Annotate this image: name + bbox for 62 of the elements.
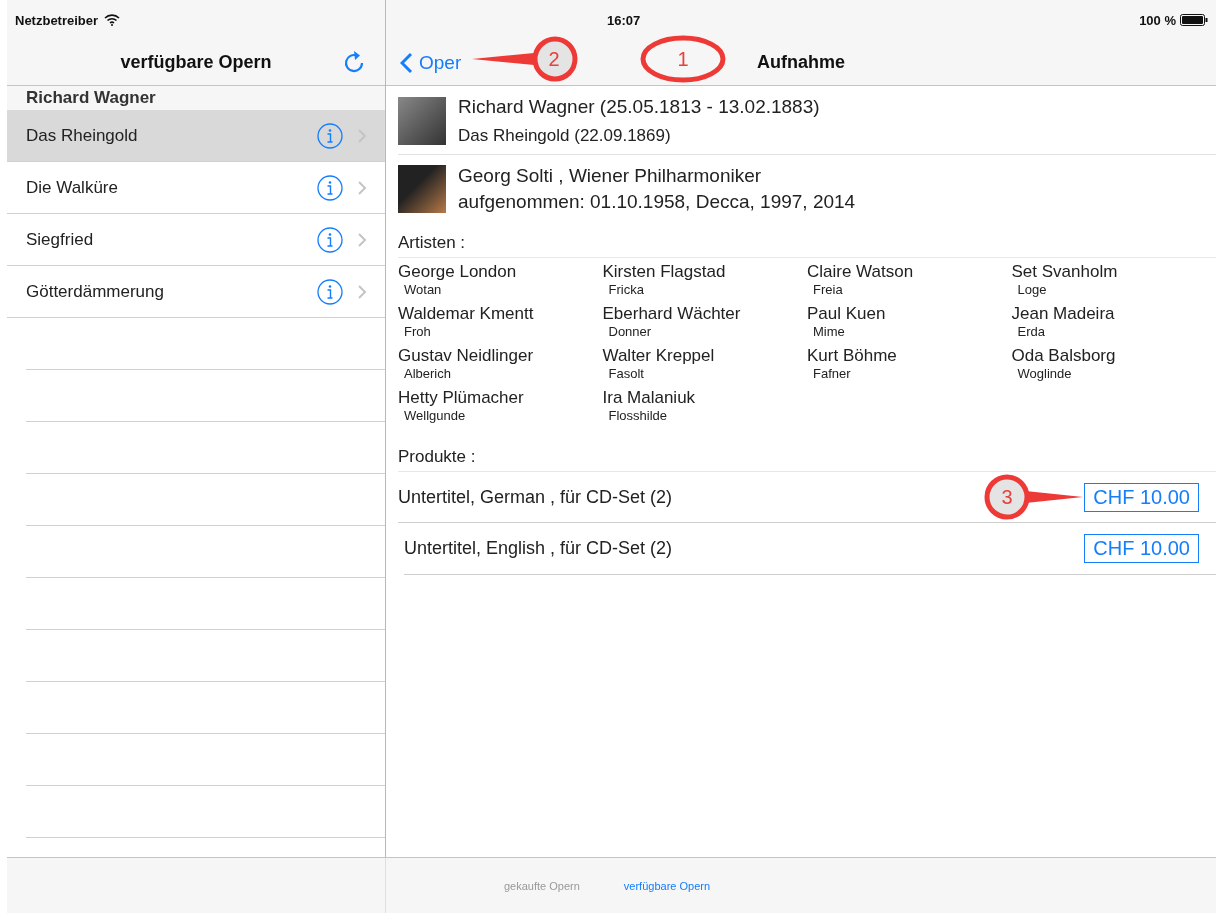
artist-name: Waldemar Kmentt: [398, 304, 535, 324]
artist-name: Hetty Plümacher: [398, 388, 525, 408]
artist-name: Jean Madeira: [1011, 304, 1116, 324]
sidebar-title: verfügbare Opern: [120, 52, 272, 73]
artist-name: Walter Kreppel: [602, 346, 716, 366]
artist-name: Eberhard Wächter: [602, 304, 742, 324]
role-name: Mime: [813, 324, 846, 339]
info-icon[interactable]: [317, 174, 343, 201]
price-button[interactable]: CHF 10.00: [1084, 534, 1199, 563]
tab-bar-item[interactable]: verfügbare Opern: [623, 879, 711, 892]
recording-info: aufgenommen: 01.10.1958, Decca, 1997, 2014: [458, 191, 856, 213]
artists-heading: Artisten :: [398, 229, 1216, 258]
artist-name: Claire Watson: [807, 262, 915, 282]
role-name: Freia: [813, 282, 844, 297]
artist-name: Paul Kuen: [807, 304, 887, 324]
role-name: Froh: [404, 324, 432, 339]
wifi-icon: [104, 14, 121, 26]
info-icon[interactable]: [317, 122, 343, 149]
product-label: Untertitel, German , für CD-Set (2): [398, 486, 673, 508]
role-name: Flosshilde: [608, 408, 669, 423]
info-icon[interactable]: [317, 278, 343, 305]
work-title: Das Rheingold (22.09.1869): [458, 126, 672, 146]
clock-time: 16:07: [607, 12, 641, 28]
chevron-right-icon: [357, 179, 367, 196]
product-label: Untertitel, English , für CD-Set (2): [404, 538, 673, 559]
back-label[interactable]: Oper: [419, 51, 462, 74]
section-header: Richard Wagner: [7, 86, 385, 110]
products-heading: Produkte :: [398, 446, 477, 468]
role-name: Alberich: [404, 366, 452, 381]
role-name: Wellgunde: [404, 408, 467, 423]
album-cover-placeholder: [398, 165, 446, 213]
artist-name: Kurt Böhme: [807, 346, 898, 366]
chevron-left-icon: [400, 51, 413, 74]
carrier-label: Netzbetreiber: [15, 12, 99, 28]
role-name: Woglinde: [1017, 366, 1073, 381]
artist-name: George London: [398, 262, 518, 282]
chevron-right-icon: [357, 231, 367, 248]
detail-title: Aufnahme: [757, 52, 845, 73]
role-name: Fricka: [608, 282, 645, 297]
artist-name: Gustav Neidlinger: [398, 346, 535, 366]
opera-list-item[interactable]: Das Rheingold: [7, 110, 385, 162]
price-button[interactable]: CHF 10.00: [1084, 482, 1199, 512]
role-name: Fafner: [813, 366, 852, 381]
role-name: Fasolt: [608, 366, 645, 381]
info-icon[interactable]: [317, 226, 343, 253]
back-button[interactable]: Oper: [400, 51, 462, 74]
role-name: Wotan: [404, 282, 443, 297]
role-name: Donner: [608, 324, 653, 339]
tab-bar-item[interactable]: gekaufte Opern: [504, 879, 580, 892]
artist-name: Oda Balsborg: [1011, 346, 1117, 366]
artist-name: Set Svanholm: [1011, 262, 1119, 282]
role-name: Loge: [1017, 282, 1048, 297]
portrait-placeholder: [398, 97, 446, 145]
composer-name: Richard Wagner (25.05.1813 - 13.02.1883): [458, 96, 820, 118]
artist-name: Kirsten Flagstad: [602, 262, 727, 282]
battery-percentage: 100 %: [1139, 12, 1176, 28]
performers-text: Georg Solti , Wiener Philharmoniker: [458, 165, 763, 187]
role-name: Erda: [1017, 324, 1046, 339]
callout-marker: 1: [640, 34, 726, 84]
battery-icon: [1180, 14, 1208, 26]
artist-name: Ira Malaniuk: [602, 388, 697, 408]
chevron-right-icon: [357, 283, 367, 300]
